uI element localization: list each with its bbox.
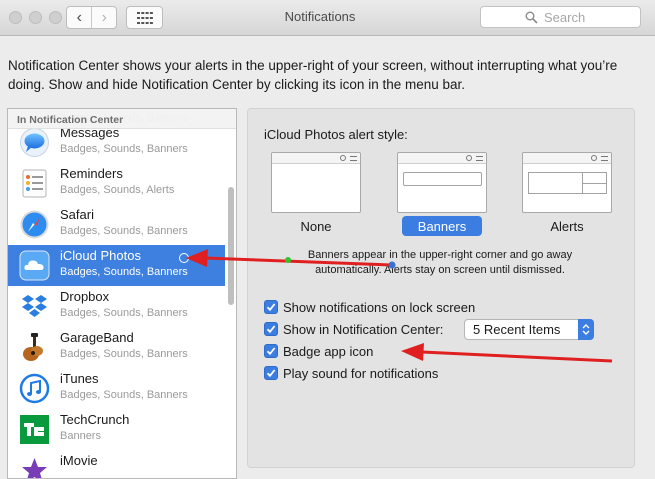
checkmark-icon [266, 325, 276, 334]
list-item-subtitle: Badges, Sounds, Banners [60, 348, 188, 360]
style-preview-banners[interactable] [397, 152, 487, 213]
play-sound-checkbox[interactable] [264, 366, 278, 380]
style-preview-alerts[interactable] [522, 152, 612, 213]
reminders-icon [22, 169, 47, 198]
list-item-subtitle: Badges, Sounds, Banners [60, 266, 188, 278]
lock-screen-label: Show notifications on lock screen [283, 300, 476, 315]
selection-indicator [179, 253, 189, 263]
show-all-button[interactable] [126, 6, 163, 29]
search-field[interactable]: Search [480, 6, 641, 28]
checkmark-icon [266, 303, 276, 312]
style-label-alerts[interactable]: Alerts [522, 219, 612, 234]
style-label-banners[interactable]: Banners [402, 216, 482, 236]
sidebar-item-imovie[interactable]: iMovie [8, 450, 225, 478]
sidebar-item-techcrunch[interactable]: TechCrunch Banners [8, 409, 225, 450]
messages-icon [20, 128, 49, 157]
list-item-name: GarageBand [60, 330, 134, 345]
techcrunch-icon [20, 415, 49, 444]
itunes-icon [19, 373, 50, 404]
list-item-subtitle: Banners [60, 430, 101, 442]
lock-screen-checkbox[interactable] [264, 300, 278, 314]
checkmark-icon [266, 369, 276, 378]
section-header: In Notification Center [8, 109, 236, 129]
list-item-subtitle: Badges, Sounds, Banners [60, 389, 188, 401]
safari-icon [20, 210, 49, 239]
play-sound-label: Play sound for notifications [283, 366, 439, 381]
list-item-subtitle: Badges, Sounds, Banners [60, 307, 188, 319]
sidebar-item-itunes[interactable]: iTunes Badges, Sounds, Banners [8, 368, 225, 409]
style-preview-none[interactable] [271, 152, 361, 213]
stepper-arrows-icon [578, 319, 594, 340]
list-item-subtitle: Badges, Sounds, Banners [60, 225, 188, 237]
style-label-none[interactable]: None [271, 219, 361, 234]
list-item-name: Dropbox [60, 289, 110, 304]
dropbox-icon [22, 295, 47, 317]
recent-items-value: 5 Recent Items [473, 322, 561, 337]
alert-style-explanation: Banners appear in the upper-right corner… [307, 249, 573, 276]
search-icon [525, 11, 538, 24]
nav-buttons: ‹ › [66, 6, 117, 29]
notification-center-label: Show in Notification Center: [283, 322, 444, 337]
search-placeholder: Search [544, 9, 586, 25]
badge-icon-checkbox[interactable] [264, 344, 278, 358]
list-item-name: iMovie [60, 453, 98, 468]
recent-items-select[interactable]: 5 Recent Items [464, 319, 594, 340]
sidebar-item-icloud-photos[interactable]: iCloud Photos Badges, Sounds, Banners [8, 245, 225, 286]
alert-style-title: iCloud Photos alert style: [264, 127, 408, 142]
title-bar: ‹ › Notifications Search [0, 0, 655, 36]
sidebar-item-safari[interactable]: Safari Badges, Sounds, Banners [8, 204, 225, 245]
scrollbar[interactable] [228, 187, 234, 305]
sidebar-item-dropbox[interactable]: Dropbox Badges, Sounds, Banners [8, 286, 225, 327]
garageband-icon [23, 333, 43, 361]
list-item-name: Reminders [60, 166, 123, 181]
list-item-name: iCloud Photos [60, 248, 141, 263]
imovie-icon [22, 458, 47, 478]
notification-center-checkbox[interactable] [264, 322, 278, 336]
sidebar-item-reminders[interactable]: Reminders Badges, Sounds, Alerts [8, 163, 225, 204]
back-button[interactable]: ‹ [67, 7, 91, 28]
list-item-name: iTunes [60, 371, 99, 386]
list-item-subtitle: Badges, Sounds, Banners [60, 143, 188, 155]
app-list[interactable]: Badges, Sounds, Banners Messages Badges,… [7, 108, 237, 479]
zoom-button[interactable] [49, 11, 62, 24]
badge-icon-label: Badge app icon [283, 344, 374, 359]
list-item-name: TechCrunch [60, 412, 130, 427]
minimize-button[interactable] [29, 11, 42, 24]
window-title: Notifications [284, 9, 356, 24]
checkmark-icon [266, 347, 276, 356]
notifications-window: ‹ › Notifications Search Notification Ce… [0, 0, 655, 479]
close-button[interactable] [9, 11, 22, 24]
grid-icon [136, 11, 153, 24]
sidebar-item-garageband[interactable]: GarageBand Badges, Sounds, Banners [8, 327, 225, 368]
forward-button[interactable]: › [91, 7, 116, 28]
description-text: Notification Center shows your alerts in… [8, 58, 618, 92]
list-item-subtitle: Badges, Sounds, Alerts [60, 184, 175, 196]
icloud-icon [19, 250, 50, 281]
list-item-name: Safari [60, 207, 94, 222]
